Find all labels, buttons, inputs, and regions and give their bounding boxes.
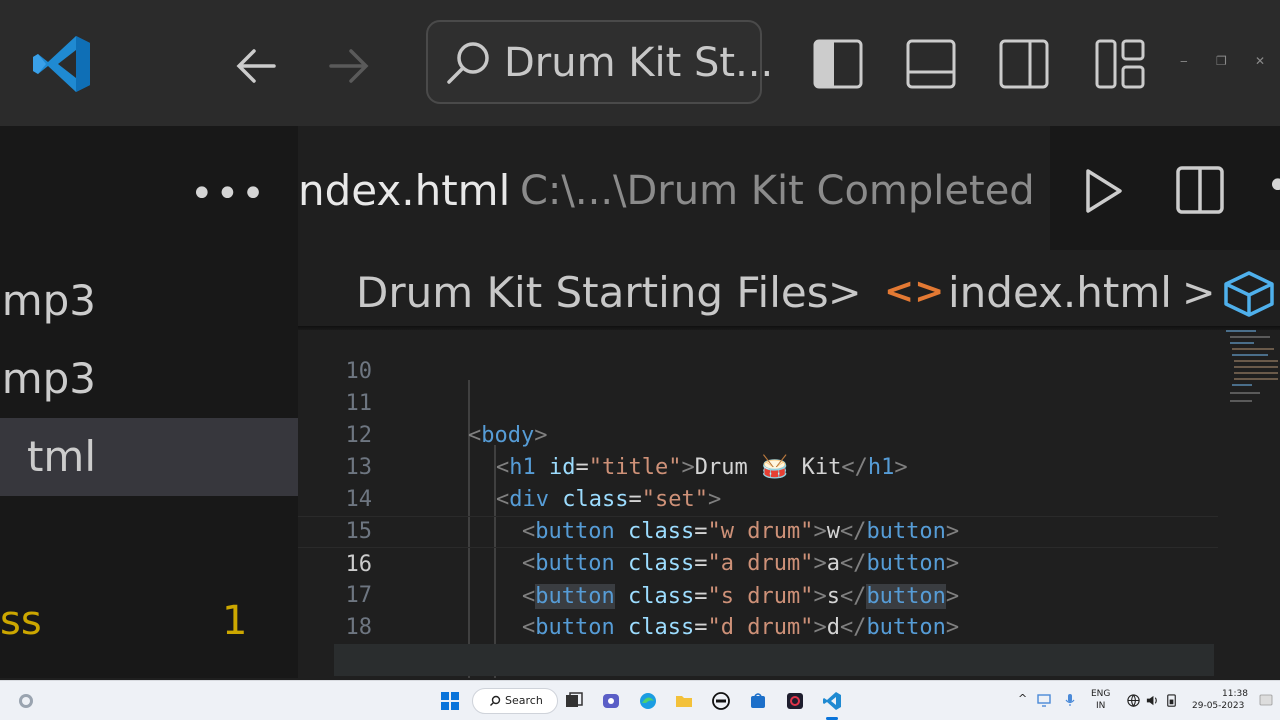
- dell-app-icon[interactable]: [711, 691, 731, 711]
- split-editor-icon[interactable]: [1174, 164, 1226, 216]
- problems-item-label[interactable]: ss: [0, 596, 42, 646]
- file-item-label: tml: [26, 432, 96, 481]
- search-icon: [490, 695, 501, 706]
- breadcrumb-separator: >: [828, 270, 862, 316]
- toggle-panel-icon[interactable]: [903, 36, 959, 92]
- battery-icon[interactable]: [1164, 693, 1179, 708]
- file-item-label: .mp3: [0, 354, 96, 403]
- microphone-icon[interactable]: [1062, 692, 1078, 708]
- symbol-cube-icon[interactable]: [1222, 270, 1276, 318]
- vscode-taskbar-icon[interactable]: [822, 691, 842, 711]
- code-line: 14 <button class="w drum">w</button>: [298, 452, 1218, 544]
- language-indicator-top[interactable]: ENG: [1091, 689, 1110, 700]
- file-item[interactable]: .mp3: [0, 262, 298, 340]
- code-line: 17 <button class="d drum">d</button>: [298, 548, 1218, 640]
- taskbar-search-box[interactable]: Search: [472, 688, 558, 714]
- explorer-sidebar: ••• .mp3 .mp3 tml ss 1: [0, 126, 298, 678]
- vscode-logo-icon: [33, 36, 90, 92]
- windows-taskbar: Search ^ ENG IN 11:38 29-05-2023: [0, 680, 1280, 720]
- language-indicator-bottom[interactable]: IN: [1096, 701, 1105, 712]
- code-line-current: 16 <button class="s drum">s</button>: [298, 516, 1218, 609]
- tab-path: C:\...\Drum Kit Completed: [520, 168, 1035, 214]
- restore-button[interactable]: ❐: [1216, 54, 1227, 68]
- code-line: 10: [298, 330, 1218, 384]
- tab-label: ndex.html: [298, 166, 511, 215]
- breadcrumb-file[interactable]: index.html: [948, 268, 1172, 318]
- vscode-window: Drum Kit St... ‒ ❐ ✕ ••• .mp3 .mp3 tml: [0, 0, 1280, 720]
- notifications-icon[interactable]: [1258, 692, 1274, 708]
- problems-count-badge: 1: [222, 598, 248, 644]
- clock-time[interactable]: 11:38: [1222, 689, 1248, 700]
- html-file-icon: <>: [884, 271, 945, 312]
- file-explorer-icon[interactable]: [674, 691, 694, 711]
- code-line: 18 <button class="j drum">j</button>: [298, 580, 1218, 672]
- toggle-primary-sidebar-icon[interactable]: [810, 36, 866, 92]
- file-item-selected[interactable]: tml: [0, 418, 298, 496]
- breadcrumb: Drum Kit Starting Files > <> index.html …: [298, 250, 1280, 330]
- minimize-button[interactable]: ‒: [1180, 54, 1188, 68]
- code-line: 12 <h1 id="title">Drum 🥁 Kit</h1>: [298, 388, 1218, 480]
- code-text: <button class="k drum">k</button>: [522, 676, 959, 678]
- breadcrumb-separator: >: [1182, 270, 1216, 316]
- title-bar: Drum Kit St... ‒ ❐ ✕: [0, 0, 1280, 126]
- taskbar-search-label: Search: [505, 694, 543, 707]
- search-icon: [447, 42, 489, 84]
- search-text: Drum Kit St...: [504, 40, 774, 86]
- file-item[interactable]: .mp3: [0, 340, 298, 418]
- breadcrumb-folder[interactable]: Drum Kit Starting Files: [356, 268, 829, 318]
- run-icon[interactable]: [1082, 166, 1126, 216]
- microsoft-store-icon[interactable]: [748, 691, 768, 711]
- tray-monitor-icon[interactable]: [1036, 692, 1052, 708]
- code-line: 15 <button class="a drum">a</button>: [298, 484, 1218, 576]
- task-view-icon[interactable]: [564, 691, 584, 711]
- clock-date[interactable]: 29-05-2023: [1192, 701, 1244, 712]
- tab-index-html[interactable]: ndex.html C:\...\Drum Kit Completed: [298, 126, 1050, 250]
- customize-layout-icon[interactable]: [1092, 36, 1148, 92]
- volume-icon[interactable]: [1145, 693, 1160, 708]
- widgets-icon[interactable]: [16, 691, 36, 711]
- show-hidden-icons-button[interactable]: ^: [1018, 693, 1027, 704]
- toggle-secondary-sidebar-icon[interactable]: [996, 36, 1052, 92]
- teams-chat-icon[interactable]: [601, 691, 621, 711]
- file-item-label: .mp3: [0, 276, 96, 325]
- line-number: 20: [298, 676, 372, 678]
- back-arrow-icon[interactable]: [230, 40, 282, 92]
- code-line-hover: 20 <button class="l drum">l</button>: [334, 644, 1214, 676]
- more-actions-button[interactable]: •: [1266, 166, 1280, 206]
- more-actions-button[interactable]: •••: [190, 174, 267, 214]
- creative-cloud-icon[interactable]: [785, 691, 805, 711]
- code-editor[interactable]: 10 11 <body> 12 <h1 id="title">Drum 🥁 Ki…: [298, 330, 1280, 678]
- command-center-search[interactable]: Drum Kit St...: [426, 20, 773, 104]
- code-line: 19 <button class="k drum">k</button>: [298, 612, 1218, 672]
- explorer-header: •••: [0, 126, 298, 252]
- code-line: 13 <div class="set">: [298, 420, 1218, 512]
- windows-start-icon[interactable]: [440, 691, 460, 711]
- forward-arrow-icon[interactable]: [323, 40, 375, 92]
- minimap[interactable]: [1224, 330, 1280, 430]
- editor-tab-bar: ndex.html C:\...\Drum Kit Completed •: [298, 126, 1280, 250]
- code-line: 11 <body>: [298, 356, 1218, 448]
- network-globe-icon[interactable]: [1126, 693, 1141, 708]
- close-button[interactable]: ✕: [1255, 54, 1265, 68]
- edge-browser-icon[interactable]: [638, 691, 658, 711]
